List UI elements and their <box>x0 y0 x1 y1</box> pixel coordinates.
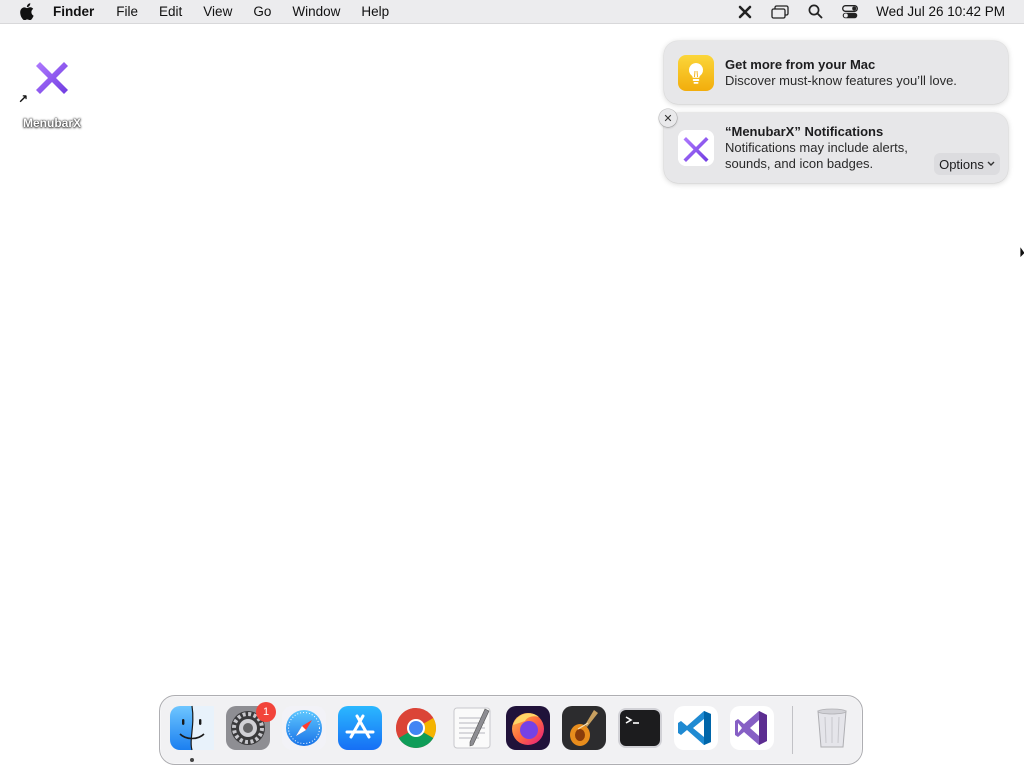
options-label: Options <box>939 156 984 172</box>
firefox-icon <box>506 706 550 750</box>
dock-visual-studio[interactable] <box>729 705 775 751</box>
notification-tips[interactable]: Get more from your Mac Discover must-kno… <box>664 41 1008 104</box>
finder-icon <box>170 705 214 751</box>
control-center-icon[interactable] <box>841 4 859 20</box>
notification-menubarx[interactable]: “MenubarX” Notifications Notifications m… <box>664 113 1008 183</box>
dock-chrome[interactable] <box>393 705 439 751</box>
visual-studio-icon <box>730 706 774 750</box>
dock-textedit[interactable] <box>449 705 495 751</box>
dock-garageband[interactable] <box>561 705 607 751</box>
menu-file[interactable]: File <box>116 4 138 19</box>
notification-options-button[interactable]: Options <box>934 153 1000 175</box>
menu-bar-status-area: Wed Jul 26 10:42 PM <box>736 0 1024 23</box>
dock-safari[interactable] <box>281 705 327 751</box>
app-store-icon <box>338 706 382 750</box>
mouse-cursor-icon <box>1018 244 1024 260</box>
textedit-icon <box>453 707 491 749</box>
menubarx-icon <box>28 52 76 100</box>
terminal-icon <box>618 708 662 748</box>
menu-finder[interactable]: Finder <box>53 4 94 19</box>
menu-view[interactable]: View <box>203 4 232 19</box>
notification-close-button[interactable]: ✕ <box>659 109 677 127</box>
dock: 1 <box>159 695 863 765</box>
menubarx-icon <box>678 130 714 166</box>
apple-menu-icon[interactable] <box>19 3 35 21</box>
running-indicator <box>190 758 194 762</box>
desktop-icon-label: MenubarX <box>22 116 81 130</box>
menu-help[interactable]: Help <box>361 4 389 19</box>
menu-bar-clock[interactable]: Wed Jul 26 10:42 PM <box>876 4 1005 19</box>
notification-body: Discover must-know features you’ll love. <box>725 73 957 88</box>
dock-trash[interactable] <box>809 705 855 751</box>
menubarx-status-icon[interactable] <box>736 4 754 20</box>
notification-body: Notifications may include alerts, sounds… <box>725 140 908 171</box>
vscode-icon <box>674 706 718 750</box>
spotlight-search-icon[interactable] <box>806 4 824 20</box>
notification-title: Get more from your Mac <box>725 57 876 72</box>
notification-title: “MenubarX” Notifications <box>725 124 884 139</box>
dock-app-store[interactable] <box>337 705 383 751</box>
garageband-icon <box>562 706 606 750</box>
desktop-icon-menubarx[interactable]: ↗ MenubarX <box>16 52 88 130</box>
dock-vscode[interactable] <box>673 705 719 751</box>
tips-lightbulb-icon <box>678 55 714 91</box>
menu-go[interactable]: Go <box>253 4 271 19</box>
safari-icon <box>282 706 326 750</box>
dock-finder[interactable] <box>169 705 215 751</box>
screen-mirroring-icon[interactable] <box>771 4 789 20</box>
dock-divider <box>792 706 793 754</box>
dock-firefox[interactable] <box>505 705 551 751</box>
trash-icon <box>817 708 847 748</box>
menu-bar: Finder File Edit View Go Window Help Wed… <box>0 0 1024 24</box>
chevron-down-icon <box>987 161 995 166</box>
alias-arrow-icon: ↗ <box>18 92 29 106</box>
chrome-icon <box>396 708 436 748</box>
notification-badge: 1 <box>256 702 276 722</box>
menu-edit[interactable]: Edit <box>159 4 182 19</box>
menu-window[interactable]: Window <box>292 4 340 19</box>
dock-terminal[interactable] <box>617 705 663 751</box>
